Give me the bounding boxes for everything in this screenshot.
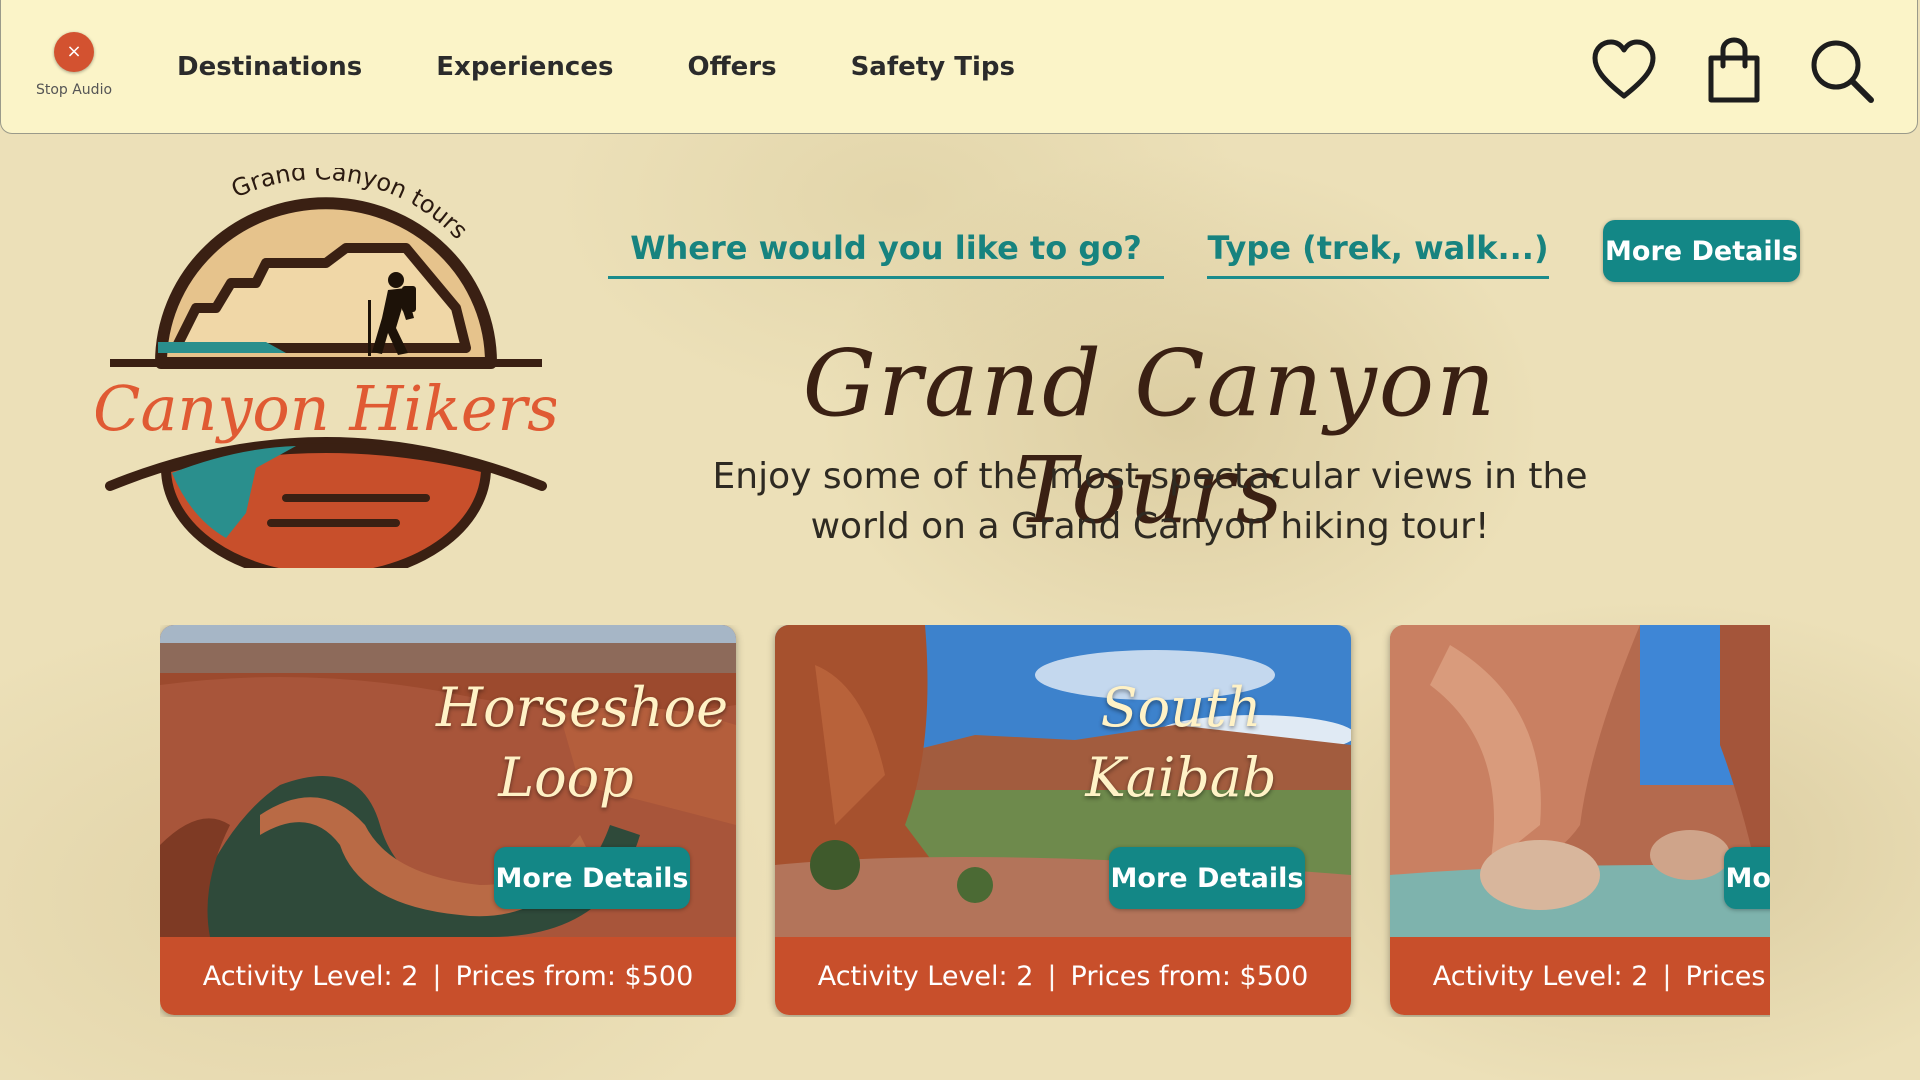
stop-audio-label: Stop Audio [35,82,113,98]
logo-brand-text: Canyon Hikers [96,372,556,445]
slot-canyon-image [1390,625,1770,937]
separator: | [1047,960,1057,992]
nav-safety-tips[interactable]: Safety Tips [851,52,1015,82]
tour-card-footer: Activity Level: 2 | Prices from: $500 [160,937,736,1015]
tour-cards-carousel: Horseshoe Loop More Details Activity Lev… [160,625,1770,1017]
shopping-bag-icon[interactable] [1699,36,1769,106]
activity-type-input[interactable]: Type (trek, walk...) [1207,220,1549,279]
separator: | [1662,960,1672,992]
tour-card-title: South Kaibab [1085,676,1277,809]
tour-card-footer: Activity Level: 2 | Prices from: $500 [775,937,1351,1015]
tour-card[interactable]: More Details Activity Level: 2 | Prices … [1390,625,1770,1015]
tour-card-more-details-button[interactable]: More Details [494,847,690,909]
activity-level: Activity Level: 2 [817,960,1034,992]
price-from: Prices from: $500 [1685,960,1770,992]
stop-audio-control[interactable]: × Stop Audio [31,32,117,98]
search-more-details-button[interactable]: More Details [1603,220,1800,282]
tour-card-title: Horseshoe Loop [436,676,729,809]
price-from: Prices from: $500 [1070,960,1309,992]
tour-card[interactable]: South Kaibab More Details Activity Level… [775,625,1351,1015]
activity-level: Activity Level: 2 [202,960,419,992]
tour-card[interactable]: Horseshoe Loop More Details Activity Lev… [160,625,736,1015]
activity-level: Activity Level: 2 [1432,960,1649,992]
destination-search-input[interactable]: Where would you like to go? [608,220,1164,279]
nav-destinations[interactable]: Destinations [177,52,362,82]
nav-experiences[interactable]: Experiences [436,52,613,82]
tour-card-more-details-button[interactable]: More Details [1109,847,1305,909]
tour-card-footer: Activity Level: 2 | Prices from: $500 [1390,937,1770,1015]
heart-icon[interactable] [1589,36,1659,106]
price-from: Prices from: $500 [455,960,694,992]
search-icon[interactable] [1807,36,1877,106]
main-nav: Destinations Experiences Offers Safety T… [177,52,1015,82]
top-navigation-bar: × Stop Audio Destinations Experiences Of… [0,0,1918,134]
close-icon[interactable]: × [54,32,94,72]
tour-card-more-details-button[interactable]: More Details [1724,847,1770,909]
page-subtitle: Enjoy some of the most spectacular views… [712,456,1588,547]
nav-offers[interactable]: Offers [687,52,776,82]
canyon-hikers-logo: Grand Canyon tours Canyon Hikers [96,168,556,568]
separator: | [432,960,442,992]
